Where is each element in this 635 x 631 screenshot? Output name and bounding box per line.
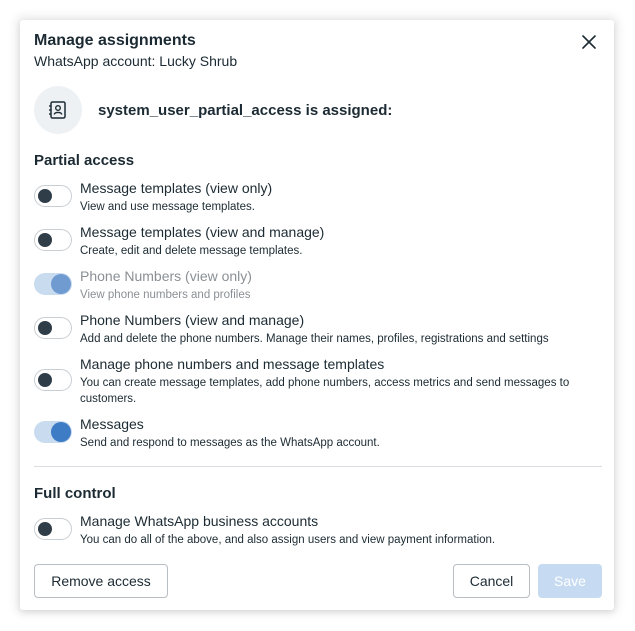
permission-description: You can do all of the above, and also as… <box>80 534 496 546</box>
permission-description: View and use message templates. <box>80 201 255 213</box>
permission-description: Add and delete the phone numbers. Manage… <box>80 333 549 345</box>
toggle-knob <box>51 274 71 294</box>
toggle-knob <box>38 189 52 203</box>
permission-phone-numbers-manage: Phone Numbers (view and manage) Add and … <box>34 312 604 348</box>
toggle-manage-phone-and-templates[interactable] <box>34 369 72 391</box>
permission-message-templates-view: Message templates (view only) View and u… <box>34 180 604 216</box>
toggle-knob <box>38 373 52 387</box>
partial-access-heading: Partial access <box>34 152 135 169</box>
dialog-subtitle: WhatsApp account: Lucky Shrub <box>34 53 238 69</box>
toggle-knob <box>38 321 52 335</box>
toggle-messages[interactable] <box>34 421 72 443</box>
toggle-phone-numbers-view <box>34 273 72 295</box>
manage-assignments-dialog: Manage assignments WhatsApp account: Luc… <box>20 20 614 610</box>
permission-description: Send and respond to messages as the What… <box>80 437 380 449</box>
save-button[interactable]: Save <box>538 564 602 598</box>
close-icon <box>582 35 596 49</box>
permission-description: View phone numbers and profiles <box>80 289 251 301</box>
remove-access-button[interactable]: Remove access <box>34 564 168 598</box>
permission-label: Phone Numbers (view only) <box>80 268 252 284</box>
permission-manage-phone-and-templates: Manage phone numbers and message templat… <box>34 356 604 408</box>
toggle-phone-numbers-manage[interactable] <box>34 317 72 339</box>
permission-phone-numbers-view: Phone Numbers (view only) View phone num… <box>34 268 604 304</box>
close-button[interactable] <box>578 31 600 53</box>
id-badge-icon <box>49 101 66 119</box>
permission-label: Messages <box>80 416 144 432</box>
toggle-manage-whatsapp-business-accounts[interactable] <box>34 518 72 540</box>
toggle-knob <box>38 233 52 247</box>
permission-message-templates-manage: Message templates (view and manage) Crea… <box>34 224 604 260</box>
permission-manage-whatsapp-business-accounts: Manage WhatsApp business accounts You ca… <box>34 513 604 549</box>
permission-description: Create, edit and delete message template… <box>80 245 303 257</box>
section-divider <box>34 466 602 467</box>
permission-messages: Messages Send and respond to messages as… <box>34 416 604 452</box>
cancel-button[interactable]: Cancel <box>453 564 530 598</box>
permission-label: Message templates (view only) <box>80 180 273 196</box>
toggle-knob <box>38 522 52 536</box>
full-control-heading: Full control <box>34 485 116 502</box>
toggle-knob <box>51 422 71 442</box>
permission-description: You can create message templates, add ph… <box>80 377 570 405</box>
toggle-message-templates-view[interactable] <box>34 185 72 207</box>
assignee-text: system_user_partial_access is assigned: <box>98 101 393 119</box>
permission-label: Manage phone numbers and message templat… <box>80 356 385 372</box>
permission-label: Manage WhatsApp business accounts <box>80 513 319 529</box>
permission-label: Message templates (view and manage) <box>80 224 325 240</box>
dialog-title: Manage assignments <box>34 32 196 49</box>
avatar <box>34 86 82 134</box>
assignee-row: system_user_partial_access is assigned: <box>34 86 392 134</box>
permission-label: Phone Numbers (view and manage) <box>80 312 305 328</box>
toggle-message-templates-manage[interactable] <box>34 229 72 251</box>
